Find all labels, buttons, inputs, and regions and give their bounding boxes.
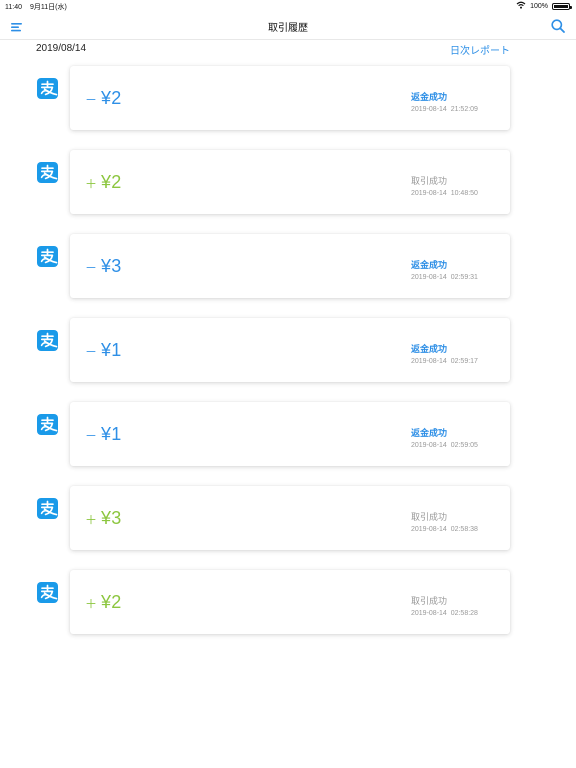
amount-sign: ＋ xyxy=(85,597,98,611)
transaction-item: ＋ ¥2 取引成功 2019-08-14 02:58:28 xyxy=(0,570,576,654)
transaction-time: 2019-08-14 02:59:05 xyxy=(411,442,478,449)
wifi-icon xyxy=(516,1,526,11)
transaction-amount: ＋ ¥3 xyxy=(85,508,121,529)
battery-level xyxy=(554,4,568,8)
transaction-card[interactable]: ＋ ¥2 取引成功 2019-08-14 10:48:50 xyxy=(70,150,510,214)
amount-value: ¥2 xyxy=(101,172,122,192)
alipay-icon xyxy=(37,246,58,267)
transaction-amount: － ¥1 xyxy=(85,340,121,361)
battery-icon xyxy=(552,2,572,10)
transaction-item: － ¥1 返金成功 2019-08-14 02:59:05 xyxy=(0,402,576,486)
navigation-bar: 取引履歴 xyxy=(0,12,576,40)
transaction-amount: ＋ ¥2 xyxy=(85,592,121,613)
transaction-time: 2019-08-14 02:59:31 xyxy=(411,274,478,281)
daily-report-link[interactable]: 日次レポート xyxy=(450,42,510,57)
amount-value: ¥2 xyxy=(101,592,122,612)
transaction-amount: ＋ ¥2 xyxy=(85,172,121,193)
amount-sign: － xyxy=(85,345,98,359)
amount-sign: ＋ xyxy=(85,513,98,527)
transaction-item: ＋ ¥3 取引成功 2019-08-14 02:58:38 xyxy=(0,486,576,570)
amount-sign: － xyxy=(85,429,98,443)
transaction-status: 取引成功 xyxy=(411,176,448,186)
alipay-icon xyxy=(37,330,58,351)
search-button[interactable] xyxy=(550,18,566,34)
transaction-amount: － ¥2 xyxy=(85,88,121,109)
status-bar: 11:40 9月11日(水) 100% xyxy=(0,0,576,12)
amount-value: ¥2 xyxy=(101,88,122,108)
transaction-status: 返金成功 xyxy=(411,344,448,354)
transaction-amount: － ¥3 xyxy=(85,256,121,277)
transaction-time: 2019-08-14 02:58:28 xyxy=(411,610,478,617)
amount-value: ¥1 xyxy=(101,340,122,360)
amount-sign: ＋ xyxy=(85,177,98,191)
status-right: 100% xyxy=(516,1,572,11)
alipay-icon xyxy=(37,162,58,183)
transaction-item: ＋ ¥2 取引成功 2019-08-14 10:48:50 xyxy=(0,150,576,234)
amount-value: ¥3 xyxy=(101,508,122,528)
status-left: 11:40 9月11日(水) xyxy=(5,2,73,12)
transaction-status: 取引成功 xyxy=(411,512,448,522)
status-time: 11:40 xyxy=(5,4,22,11)
alipay-icon xyxy=(37,582,58,603)
amount-value: ¥3 xyxy=(101,256,122,276)
transaction-time: 2019-08-14 02:58:38 xyxy=(411,526,478,533)
transaction-card[interactable]: － ¥1 返金成功 2019-08-14 02:59:17 xyxy=(70,318,510,382)
transaction-card[interactable]: － ¥1 返金成功 2019-08-14 02:59:05 xyxy=(70,402,510,466)
transaction-item: － ¥2 返金成功 2019-08-14 21:52:09 xyxy=(0,66,576,150)
transaction-card[interactable]: ＋ ¥3 取引成功 2019-08-14 02:58:38 xyxy=(70,486,510,550)
amount-sign: － xyxy=(85,93,98,107)
transaction-status: 返金成功 xyxy=(411,260,448,270)
date-label: 2019/08/14 xyxy=(36,43,87,54)
alipay-icon xyxy=(37,498,58,519)
search-icon xyxy=(551,19,565,33)
page-title: 取引履歴 xyxy=(268,23,308,34)
transaction-status: 取引成功 xyxy=(411,596,448,606)
date-header: 2019/08/14 日次レポート xyxy=(0,40,576,60)
transaction-card[interactable]: － ¥3 返金成功 2019-08-14 02:59:31 xyxy=(70,234,510,298)
alipay-icon xyxy=(37,78,58,99)
transaction-list: － ¥2 返金成功 2019-08-14 21:52:09 ＋ ¥2 取引成功 2019-08… xyxy=(0,66,576,654)
amount-sign: － xyxy=(85,261,98,275)
status-date: 9月11日(水) xyxy=(29,4,67,11)
app-screen: 11:40 9月11日(水) 100% 取引履歴 2019/08/14 日次レポ… xyxy=(0,0,576,768)
alipay-icon xyxy=(37,414,58,435)
transaction-time: 2019-08-14 21:52:09 xyxy=(411,106,478,113)
transaction-time: 2019-08-14 02:59:17 xyxy=(411,358,478,365)
battery-percent: 100% xyxy=(530,2,548,10)
amount-value: ¥1 xyxy=(101,424,122,444)
transaction-amount: － ¥1 xyxy=(85,424,121,445)
transaction-time: 2019-08-14 10:48:50 xyxy=(411,190,478,197)
transaction-item: － ¥1 返金成功 2019-08-14 02:59:17 xyxy=(0,318,576,402)
transaction-card[interactable]: ＋ ¥2 取引成功 2019-08-14 02:58:28 xyxy=(70,570,510,634)
transaction-card[interactable]: － ¥2 返金成功 2019-08-14 21:52:09 xyxy=(70,66,510,130)
transaction-item: － ¥3 返金成功 2019-08-14 02:59:31 xyxy=(0,234,576,318)
transaction-status: 返金成功 xyxy=(411,428,448,438)
transaction-status: 返金成功 xyxy=(411,92,448,102)
